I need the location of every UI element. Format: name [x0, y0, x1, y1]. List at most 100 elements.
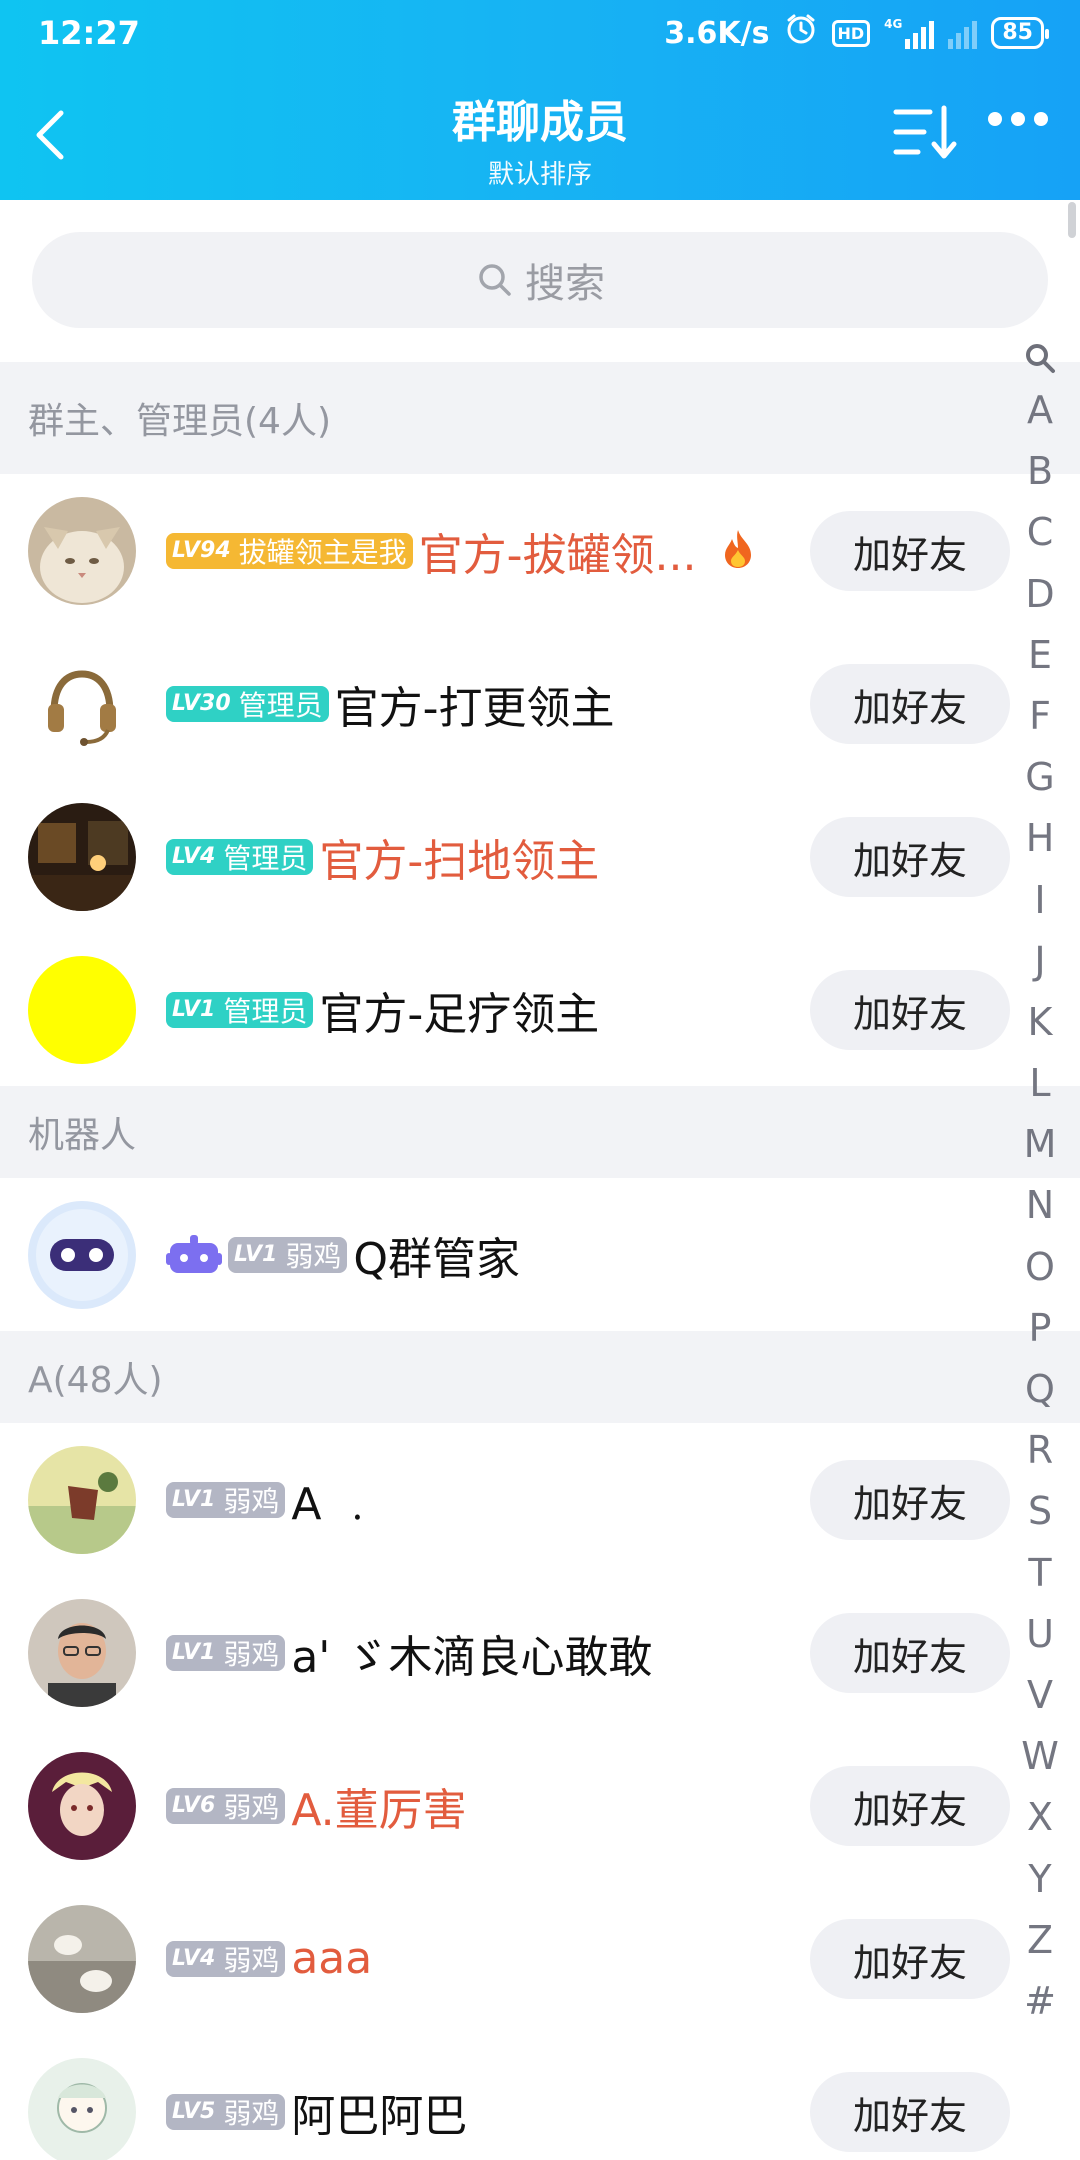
member-title: 管理员: [223, 841, 308, 875]
status-time: 12:27: [38, 14, 140, 52]
member-name: Q群管家: [353, 1233, 520, 1285]
add-friend-button[interactable]: 加好友: [810, 2072, 1010, 2152]
index-letter[interactable]: C: [1010, 502, 1070, 563]
member-name-line: LV30 管理员 官方-打更领主: [166, 627, 615, 780]
add-friend-button[interactable]: 加好友: [810, 970, 1010, 1050]
index-letter[interactable]: I: [1010, 870, 1070, 931]
avatar[interactable]: [28, 956, 136, 1064]
section-header-robots: 机器人: [0, 1086, 1080, 1178]
index-letters: A B C D E F G H I J K L M N O P Q R S T U V W X Y Z #: [1010, 380, 1070, 2032]
index-letter[interactable]: H: [1010, 808, 1070, 869]
list-item[interactable]: LV1 弱鸡 a' ゞ木滴良心敢敢 加好友: [0, 1576, 1010, 1729]
alphabet-index-bar[interactable]: A B C D E F G H I J K L M N O P Q R S T U V W X Y Z #: [1010, 330, 1070, 2032]
index-letter[interactable]: Q: [1010, 1359, 1070, 1420]
add-friend-button[interactable]: 加好友: [810, 1460, 1010, 1540]
add-friend-button[interactable]: 加好友: [810, 1766, 1010, 1846]
member-name: A.董厉害: [291, 1784, 467, 1836]
sort-icon: [893, 105, 957, 159]
index-letter[interactable]: M: [1010, 1114, 1070, 1175]
list-item[interactable]: LV4 管理员 官方-扫地领主 加好友: [0, 780, 1010, 933]
level-number: LV30: [172, 691, 231, 716]
list-item[interactable]: LV1 管理员 官方-足疗领主 加好友: [0, 933, 1010, 1086]
level-badge: LV4 弱鸡: [166, 1940, 286, 1977]
index-letter[interactable]: F: [1010, 686, 1070, 747]
avatar[interactable]: [28, 2058, 136, 2160]
add-friend-button[interactable]: 加好友: [810, 1919, 1010, 1999]
index-letter[interactable]: K: [1010, 992, 1070, 1053]
search-area: 搜索: [0, 200, 1080, 362]
list-item[interactable]: LV1 弱鸡 A ﹒ 加好友: [0, 1423, 1010, 1576]
level-badge: LV1 弱鸡: [166, 1634, 286, 1671]
member-name-line: LV6 弱鸡 A.董厉害: [166, 1729, 467, 1882]
index-letter[interactable]: A: [1010, 380, 1070, 441]
list-item[interactable]: LV4 弱鸡 aaa 加好友: [0, 1882, 1010, 2035]
fire-icon: [721, 528, 755, 574]
index-letter[interactable]: P: [1010, 1298, 1070, 1359]
more-button[interactable]: [988, 112, 1052, 126]
index-letter[interactable]: D: [1010, 564, 1070, 625]
avatar[interactable]: [28, 1905, 136, 2013]
list-item[interactable]: LV94 拔罐领主是我 官方-拔罐领... 加好友: [0, 474, 1010, 627]
level-number: LV1: [172, 997, 216, 1022]
signal-icon-secondary: [948, 17, 978, 49]
add-friend-button[interactable]: 加好友: [810, 817, 1010, 897]
index-letter[interactable]: N: [1010, 1175, 1070, 1236]
status-bar: 12:27 3.6K/s HD 4G 85: [0, 0, 1080, 66]
member-title: 拔罐领主是我: [238, 535, 407, 569]
index-letter[interactable]: O: [1010, 1237, 1070, 1298]
avatar[interactable]: [28, 1446, 136, 1554]
index-letter[interactable]: T: [1010, 1543, 1070, 1604]
index-letter[interactable]: #: [1010, 1971, 1070, 2032]
member-name-line: LV1 管理员 官方-足疗领主: [166, 933, 599, 1086]
avatar[interactable]: [28, 1201, 136, 1309]
member-name: 官方-拔罐领...: [418, 529, 697, 581]
avatar[interactable]: [28, 1752, 136, 1860]
member-title: 管理员: [238, 688, 323, 722]
avatar[interactable]: [28, 497, 136, 605]
list-item[interactable]: LV1 弱鸡 Q群管家: [0, 1178, 1010, 1331]
hd-icon: HD: [831, 19, 871, 47]
member-name-line: LV94 拔罐领主是我 官方-拔罐领...: [166, 474, 755, 627]
search-input[interactable]: 搜索: [32, 232, 1048, 328]
sort-button[interactable]: [892, 102, 962, 166]
avatar[interactable]: [28, 1599, 136, 1707]
search-placeholder: 搜索: [525, 261, 605, 307]
add-friend-button[interactable]: 加好友: [810, 664, 1010, 744]
status-icons: 3.6K/s HD 4G 85: [664, 12, 1049, 54]
list-item[interactable]: LV6 弱鸡 A.董厉害 加好友: [0, 1729, 1010, 1882]
index-letter[interactable]: J: [1010, 931, 1070, 992]
list-item[interactable]: LV30 管理员 官方-打更领主 加好友: [0, 627, 1010, 780]
list-item[interactable]: LV5 弱鸡 阿巴阿巴 加好友: [0, 2035, 1010, 2160]
level-badge: LV4 管理员: [166, 838, 314, 875]
index-letter[interactable]: X: [1010, 1787, 1070, 1848]
index-letter[interactable]: R: [1010, 1420, 1070, 1481]
member-title: 弱鸡: [223, 1790, 280, 1824]
signal-icon: 4G: [884, 17, 935, 49]
level-badge: LV1 管理员: [166, 991, 314, 1028]
index-search-icon[interactable]: [1010, 330, 1070, 380]
avatar[interactable]: [28, 803, 136, 911]
network-type: 4G: [884, 17, 903, 31]
index-letter[interactable]: B: [1010, 441, 1070, 502]
section-header-a: A(48人): [0, 1331, 1080, 1423]
level-badge: LV30 管理员: [166, 685, 329, 722]
index-letter[interactable]: W: [1010, 1726, 1070, 1787]
add-friend-button[interactable]: 加好友: [810, 511, 1010, 591]
add-friend-button[interactable]: 加好友: [810, 1613, 1010, 1693]
avatar[interactable]: [28, 650, 136, 758]
index-letter[interactable]: V: [1010, 1665, 1070, 1726]
more-dot-icon: [1011, 112, 1025, 126]
member-name: 官方-打更领主: [334, 682, 615, 734]
index-letter[interactable]: Z: [1010, 1910, 1070, 1971]
robot-icon: [166, 1233, 222, 1277]
member-name: 官方-扫地领主: [319, 835, 600, 887]
index-letter[interactable]: Y: [1010, 1849, 1070, 1910]
index-letter[interactable]: G: [1010, 747, 1070, 808]
level-number: LV1: [234, 1242, 278, 1267]
scrollbar[interactable]: [1068, 202, 1076, 238]
index-letter[interactable]: L: [1010, 1053, 1070, 1114]
index-letter[interactable]: U: [1010, 1604, 1070, 1665]
index-letter[interactable]: S: [1010, 1481, 1070, 1542]
index-letter[interactable]: E: [1010, 625, 1070, 686]
headset-icon: [48, 670, 116, 746]
